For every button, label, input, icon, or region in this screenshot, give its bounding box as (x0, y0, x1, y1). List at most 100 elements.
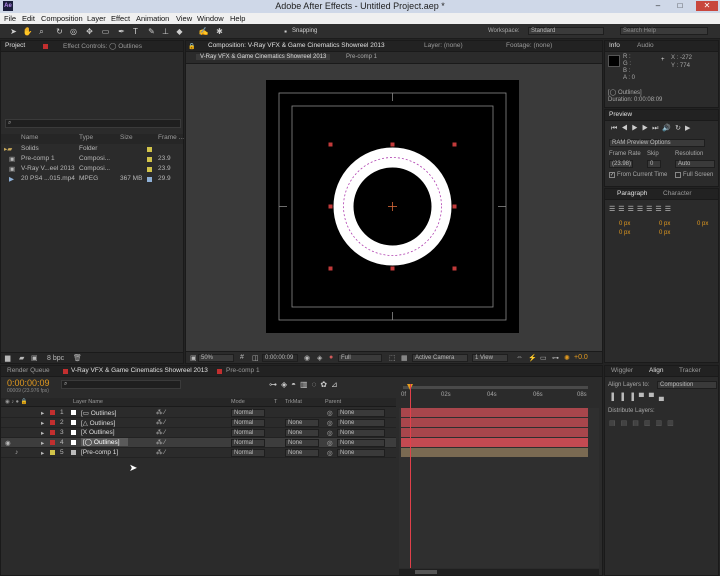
project-item[interactable]: ▶ 20 PS4 ...015.mp4 MPEG 367 MB 29.9 (1, 175, 183, 185)
project-search-input[interactable]: ⌕ (5, 119, 181, 128)
mute-icon[interactable]: 🔊 (662, 125, 675, 132)
tab-align[interactable]: Align (649, 367, 663, 374)
align-v-center-icon[interactable]: ▀ (649, 394, 659, 401)
label-swatch[interactable] (50, 410, 55, 415)
current-time-indicator[interactable] (410, 384, 411, 568)
menu-window[interactable]: Window (197, 14, 224, 23)
layer-duration-bar[interactable] (401, 418, 588, 427)
align-center-icon[interactable]: ☰ (618, 206, 627, 213)
indent-left-value[interactable]: 0 px (619, 221, 630, 227)
selection-tool-icon[interactable]: ➤ (8, 26, 19, 37)
timeline-search-input[interactable]: ⌕ (61, 380, 181, 389)
workspace-dropdown[interactable]: Standard (528, 27, 604, 35)
skip-field[interactable]: 0 (647, 160, 661, 168)
pickwhip-icon[interactable]: ◎ (327, 419, 333, 427)
brainstorm-icon[interactable]: ✿ (320, 380, 331, 389)
timeline-zoom-slider[interactable] (399, 569, 599, 575)
layer-row[interactable]: ♪ ▸ 5 [Pre-comp 1] ⁂ ⁄ Normal None ◎ Non… (1, 448, 396, 458)
tab-composition[interactable]: Composition: V-Ray VFX & Game Cinematics… (208, 42, 385, 49)
transparency-grid-icon[interactable]: ▦ (401, 354, 408, 362)
tab-audio[interactable]: Audio (637, 42, 654, 49)
zoom-dropdown[interactable]: 50% (198, 354, 234, 362)
time-ruler[interactable]: 0f 02s 04s 06s 08s (399, 384, 599, 406)
project-item[interactable]: ▸▰ Solids Folder (1, 145, 183, 155)
switches-icon[interactable]: ⁂ ⁄ (156, 428, 165, 436)
switches-icon[interactable]: ⁂ ⁄ (156, 418, 165, 426)
layer-duration-bar[interactable] (401, 408, 588, 417)
pickwhip-icon[interactable]: ◎ (327, 429, 333, 437)
eraser-tool-icon[interactable]: ◆ (174, 26, 185, 37)
channel-icon[interactable]: ● (329, 354, 333, 361)
frame-rate-dropdown[interactable]: (23.98) (609, 160, 633, 168)
rectangle-tool-icon[interactable]: ▭ (100, 26, 111, 37)
switches-icon[interactable]: ⁂ ⁄ (156, 408, 165, 416)
project-item[interactable]: ▣ V-Ray V...eel 2013 Composi... 23.9 (1, 165, 183, 175)
menu-animation[interactable]: Animation (136, 14, 169, 23)
justify-last-center-icon[interactable]: ☰ (646, 206, 655, 213)
tab-footage[interactable]: Footage: (none) (506, 42, 552, 49)
distribute-top-icon[interactable]: ▤ (609, 420, 621, 427)
minimize-button[interactable]: – (650, 1, 666, 11)
layer-row[interactable]: ▸ 3 [X Outlines] ⁂ ⁄ Normal None ◎ None (1, 428, 396, 438)
flowchart-icon[interactable]: ⊶ (552, 354, 559, 362)
first-frame-icon[interactable]: ⏮ (611, 125, 621, 132)
layer-duration-bar[interactable] (401, 428, 588, 437)
tab-preview[interactable]: Preview (609, 111, 632, 118)
layer-duration-bar[interactable] (401, 448, 588, 457)
label-swatch[interactable] (50, 440, 55, 445)
justify-all-icon[interactable]: ☰ (665, 206, 674, 213)
camera-tool-icon[interactable]: ◎ (68, 26, 79, 37)
distribute-v-center-icon[interactable]: ▤ (621, 420, 633, 427)
lock-icon[interactable]: 🔒 (188, 43, 195, 50)
full-screen-checkbox[interactable] (675, 172, 681, 178)
pickwhip-icon[interactable]: ◎ (327, 449, 333, 457)
align-to-dropdown[interactable]: Composition (657, 381, 717, 389)
label-swatch[interactable] (50, 420, 55, 425)
timeline-icon[interactable]: ▭ (540, 354, 547, 362)
menu-view[interactable]: View (176, 14, 192, 23)
justify-last-left-icon[interactable]: ☰ (637, 206, 646, 213)
tab-wiggler[interactable]: Wiggler (611, 367, 633, 374)
space-before-value[interactable]: 0 px (659, 230, 670, 236)
col-type[interactable]: Type (79, 134, 93, 141)
distribute-right-icon[interactable]: ▥ (667, 420, 679, 427)
ram-preview-icon[interactable]: ▶ (685, 125, 694, 132)
indent-first-value[interactable]: 0 px (697, 221, 708, 227)
expand-arrow-icon[interactable]: ▸ (41, 449, 44, 457)
align-top-edges-icon[interactable]: ▀ (639, 394, 649, 401)
shy-layers-icon[interactable]: ◓ (291, 380, 300, 389)
col-frame-rate[interactable]: Frame ... (158, 134, 184, 141)
preview-mode-dropdown[interactable]: RAM Preview Options (609, 139, 705, 147)
graph-editor-icon[interactable]: ⊿ (331, 380, 342, 389)
label-swatch[interactable] (147, 177, 152, 182)
pickwhip-icon[interactable]: ◎ (327, 409, 333, 417)
show-snapshot-icon[interactable]: ◈ (317, 354, 322, 362)
comp-viewer[interactable] (186, 65, 604, 351)
pickwhip-icon[interactable]: ◎ (327, 439, 333, 447)
resolution-dropdown[interactable]: Full (338, 354, 382, 362)
visibility-eye-icon[interactable]: ◉ (5, 439, 11, 447)
clone-tool-icon[interactable]: ⊥ (160, 26, 171, 37)
exposure-icon[interactable]: ✺ (564, 354, 570, 362)
col-size[interactable]: Size (120, 134, 133, 141)
tab-tracker[interactable]: Tracker (679, 367, 701, 374)
previous-frame-icon[interactable]: ◀ (621, 125, 631, 132)
align-left-edges-icon[interactable]: ▐ (609, 394, 619, 401)
layer-duration-bar[interactable] (401, 438, 588, 447)
pen-tool-icon[interactable]: ✒ (116, 26, 127, 37)
new-composition-icon[interactable]: ▣ (31, 354, 38, 362)
tab-main-comp-timeline[interactable]: V-Ray VFX & Game Cinematics Showreel 201… (71, 367, 208, 374)
tab-paragraph[interactable]: Paragraph (617, 190, 647, 197)
delete-icon[interactable]: 🗑 (73, 354, 82, 362)
switches-icon[interactable]: ⁂ ⁄ (156, 438, 165, 446)
toggle-pixel-aspect-icon[interactable]: ⇔ (516, 354, 523, 361)
layer-row-selected[interactable]: ◉ ▸ 4 [◯ Outlines] ⁂ ⁄ Normal None ◎ Non… (1, 438, 396, 448)
view-layout-dropdown[interactable]: 1 View (472, 354, 508, 362)
fast-previews-icon[interactable]: ⚡ (528, 354, 537, 362)
loop-icon[interactable]: ↻ (675, 125, 685, 132)
distribute-bottom-icon[interactable]: ▤ (632, 420, 644, 427)
frame-blending-icon[interactable]: ▥ (300, 380, 312, 389)
puppet-tool-icon[interactable]: ✱ (214, 26, 225, 37)
zoom-tool-icon[interactable]: ⌕ (36, 26, 47, 37)
text-tool-icon[interactable]: T (130, 26, 141, 37)
